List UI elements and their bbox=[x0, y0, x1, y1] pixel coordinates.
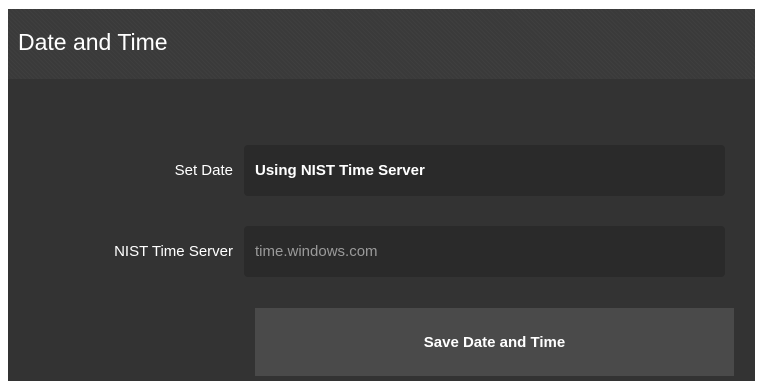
nist-server-label: NIST Time Server bbox=[114, 243, 233, 260]
set-date-row: Set Date Using NIST Time Server bbox=[8, 145, 725, 196]
date-time-panel: Date and Time Set Date Using NIST Time S… bbox=[8, 9, 755, 381]
panel-header: Date and Time bbox=[8, 9, 755, 79]
panel-title: Date and Time bbox=[18, 28, 168, 55]
save-date-time-button[interactable]: Save Date and Time bbox=[255, 308, 734, 376]
set-date-label: Set Date bbox=[174, 162, 233, 179]
set-date-value: Using NIST Time Server bbox=[244, 145, 725, 196]
nist-server-input[interactable] bbox=[244, 226, 725, 277]
set-date-value-text: Using NIST Time Server bbox=[255, 162, 425, 179]
nist-server-row: NIST Time Server bbox=[8, 226, 725, 277]
